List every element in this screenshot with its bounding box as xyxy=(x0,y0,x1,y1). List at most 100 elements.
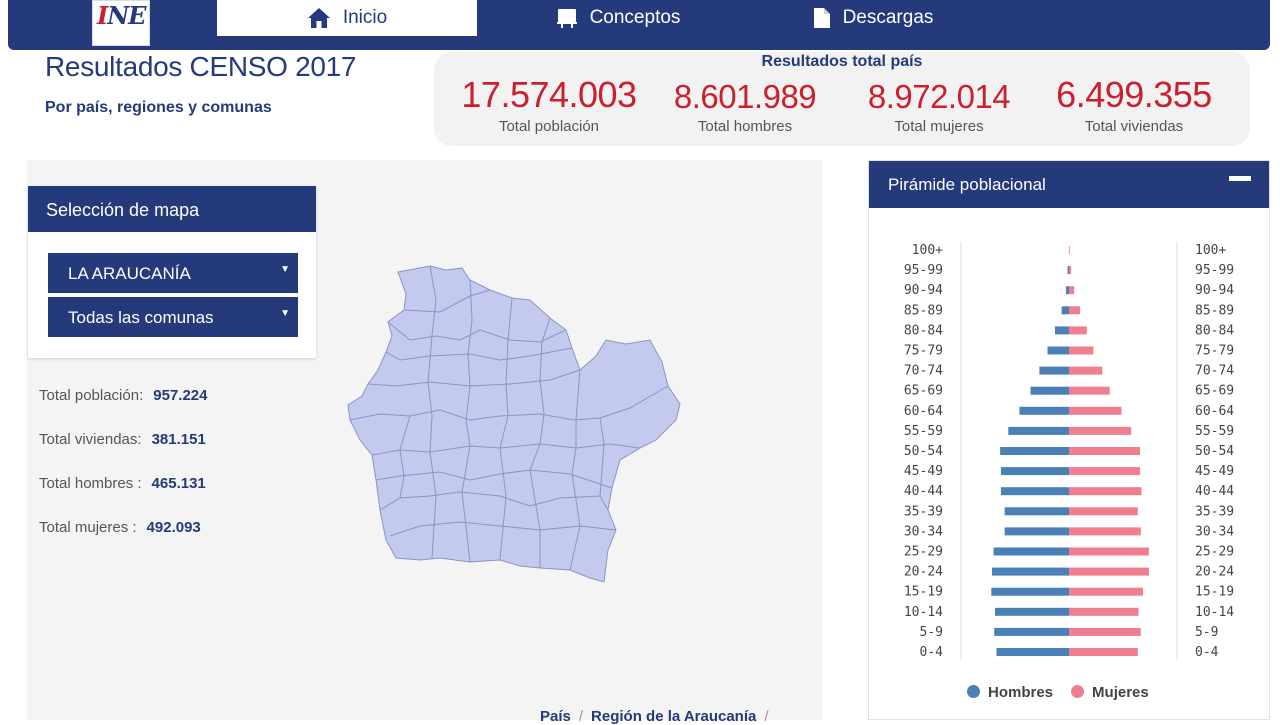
bar-hombres[interactable] xyxy=(1005,507,1069,515)
stat-label: Total viviendas xyxy=(1034,118,1234,135)
bar-mujeres[interactable] xyxy=(1069,407,1122,415)
bar-hombres[interactable] xyxy=(991,588,1069,596)
bar-hombres[interactable] xyxy=(1001,467,1069,475)
age-label-left: 10-14 xyxy=(904,605,943,620)
bar-hombres[interactable] xyxy=(1068,266,1069,274)
bar-mujeres[interactable] xyxy=(1069,467,1140,475)
bar-hombres[interactable] xyxy=(1055,326,1069,334)
bar-hombres[interactable] xyxy=(995,608,1069,616)
bar-mujeres[interactable] xyxy=(1069,347,1093,355)
bar-hombres[interactable] xyxy=(1062,306,1069,314)
tab-descargas[interactable]: Descargas xyxy=(788,0,958,36)
age-label-right: 80-84 xyxy=(1195,323,1234,338)
breadcrumb-item-pais[interactable]: País xyxy=(540,708,571,725)
commune-select[interactable]: Todas las comunas ▼ xyxy=(48,297,298,337)
bar-hombres[interactable] xyxy=(1000,447,1069,455)
commune-select-value: Todas las comunas xyxy=(68,308,214,327)
bar-hombres[interactable] xyxy=(1066,286,1069,294)
breadcrumb-item-region[interactable]: Región de la Araucanía xyxy=(591,708,756,725)
stat-total-poblacion: 17.574.003 Total población xyxy=(449,74,649,135)
tab-label: Inicio xyxy=(343,7,387,29)
bar-mujeres[interactable] xyxy=(1069,246,1070,254)
age-label-left: 45-49 xyxy=(904,464,943,479)
bar-hombres[interactable] xyxy=(994,548,1069,556)
bar-mujeres[interactable] xyxy=(1069,548,1149,556)
age-label-left: 70-74 xyxy=(904,364,943,379)
stat-value: 8.601.989 xyxy=(645,78,845,116)
age-label-right: 15-19 xyxy=(1195,585,1234,600)
age-label-left: 25-29 xyxy=(904,545,943,560)
tab-conceptos[interactable]: Conceptos xyxy=(528,0,708,36)
region-stat-viviendas: Total viviendas:381.151 xyxy=(39,431,206,448)
bar-mujeres[interactable] xyxy=(1069,568,1149,576)
bar-mujeres[interactable] xyxy=(1069,507,1138,515)
bar-hombres[interactable] xyxy=(1039,367,1069,375)
bar-mujeres[interactable] xyxy=(1069,628,1141,636)
age-label-left: 55-59 xyxy=(904,424,943,439)
bar-mujeres[interactable] xyxy=(1069,367,1102,375)
bar-hombres[interactable] xyxy=(1019,407,1069,415)
page-title: Resultados CENSO 2017 xyxy=(45,51,356,83)
bar-mujeres[interactable] xyxy=(1069,487,1142,495)
collapse-icon[interactable] xyxy=(1229,176,1251,181)
bar-mujeres[interactable] xyxy=(1069,447,1140,455)
region-stat-hombres: Total hombres :465.131 xyxy=(39,475,206,492)
bar-hombres[interactable] xyxy=(992,568,1069,576)
ine-logo[interactable]: INE xyxy=(92,0,150,46)
stat-label: Total mujeres xyxy=(839,118,1039,135)
home-icon xyxy=(307,7,331,29)
region-map[interactable] xyxy=(340,260,690,590)
legend-dot-hombres xyxy=(967,685,980,698)
bar-hombres[interactable] xyxy=(1005,527,1069,535)
bar-mujeres[interactable] xyxy=(1069,588,1143,596)
region-select[interactable]: LA ARAUCANÍA ▼ xyxy=(48,253,298,293)
bar-mujeres[interactable] xyxy=(1069,648,1138,656)
age-label-left: 40-44 xyxy=(904,484,943,499)
age-label-right: 55-59 xyxy=(1195,424,1234,439)
region-stat-label: Total hombres : xyxy=(39,475,142,492)
top-nav: INE Inicio Conceptos Descargas xyxy=(8,0,1270,50)
bar-hombres[interactable] xyxy=(1001,487,1069,495)
map-selection-heading: Selección de mapa xyxy=(28,186,316,232)
page-subtitle: Por país, regiones y comunas xyxy=(45,99,272,117)
bar-hombres[interactable] xyxy=(1031,387,1069,395)
bar-mujeres[interactable] xyxy=(1069,326,1087,334)
region-stat-label: Total población: xyxy=(39,387,143,404)
age-label-right: 40-44 xyxy=(1195,484,1234,499)
age-label-right: 10-14 xyxy=(1195,605,1234,620)
age-label-right: 0-4 xyxy=(1195,645,1219,660)
bar-mujeres[interactable] xyxy=(1069,306,1080,314)
pyramid-chart: 100+100+95-9995-9990-9490-9485-8985-8980… xyxy=(869,208,1269,678)
stat-label: Total población xyxy=(449,118,649,135)
document-icon xyxy=(813,7,831,29)
age-label-left: 85-89 xyxy=(904,303,943,318)
map-selection-box: Selección de mapa LA ARAUCANÍA ▼ Todas l… xyxy=(28,186,316,358)
bar-hombres[interactable] xyxy=(1048,347,1069,355)
legend-mujeres[interactable]: Mujeres xyxy=(1071,684,1149,701)
tab-inicio[interactable]: Inicio xyxy=(217,0,477,36)
bar-hombres[interactable] xyxy=(994,628,1069,636)
age-label-left: 20-24 xyxy=(904,565,943,580)
bar-hombres[interactable] xyxy=(1008,427,1069,435)
legend-hombres[interactable]: Hombres xyxy=(967,684,1053,701)
stat-value: 17.574.003 xyxy=(449,74,649,116)
bar-mujeres[interactable] xyxy=(1069,608,1139,616)
bar-mujeres[interactable] xyxy=(1069,286,1074,294)
age-label-left: 15-19 xyxy=(904,585,943,600)
bar-mujeres[interactable] xyxy=(1069,266,1071,274)
bar-mujeres[interactable] xyxy=(1069,387,1110,395)
region-stat-label: Total mujeres : xyxy=(39,519,137,536)
region-stat-value: 957.224 xyxy=(153,387,207,404)
chevron-down-icon: ▼ xyxy=(280,308,290,319)
tab-label: Descargas xyxy=(843,7,934,29)
age-label-left: 5-9 xyxy=(920,625,943,640)
region-select-value: LA ARAUCANÍA xyxy=(68,264,191,283)
region-outline[interactable] xyxy=(348,266,680,582)
bar-hombres[interactable] xyxy=(996,648,1069,656)
age-label-right: 70-74 xyxy=(1195,364,1234,379)
age-label-left: 90-94 xyxy=(904,283,943,298)
bar-mujeres[interactable] xyxy=(1069,427,1131,435)
age-label-right: 60-64 xyxy=(1195,404,1234,419)
stat-total-viviendas: 6.499.355 Total viviendas xyxy=(1034,74,1234,135)
bar-mujeres[interactable] xyxy=(1069,527,1141,535)
